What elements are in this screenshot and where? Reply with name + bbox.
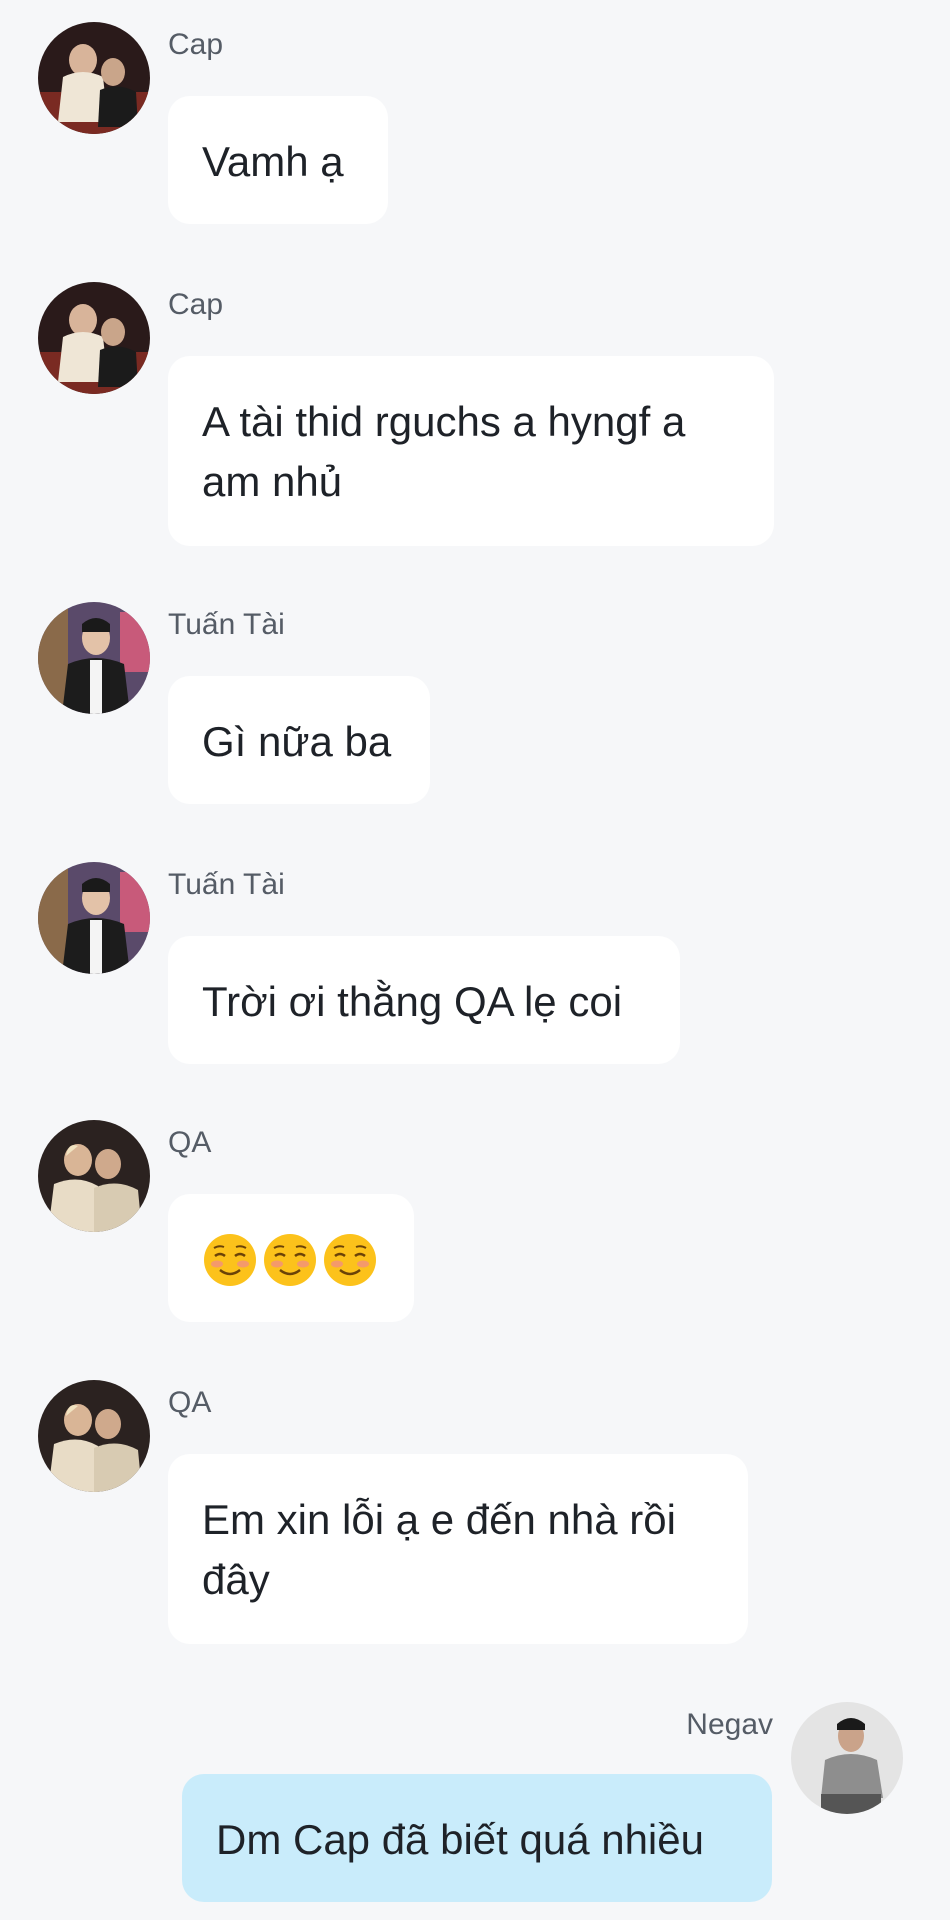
qa-avatar[interactable]	[38, 1380, 150, 1492]
tuan-tai-avatar[interactable]	[38, 862, 150, 974]
qa-avatar[interactable]	[38, 1120, 150, 1232]
sender-name: Negav	[686, 1708, 773, 1741]
negav-avatar[interactable]	[791, 1702, 903, 1814]
message-bubble-own[interactable]: Dm Cap đã biết quá nhiều	[182, 1774, 772, 1902]
message-bubble[interactable]: Trời ơi thằng QA lẹ coi	[168, 936, 680, 1064]
message-bubble[interactable]: Em xin lỗi ạ e đến nhà rồi đây	[168, 1454, 748, 1644]
sender-name: QA	[168, 1386, 212, 1419]
smiling-face-icon	[204, 1234, 256, 1286]
message-bubble[interactable]: A tài thid rguchs a hyngf a am nhủ	[168, 356, 774, 546]
sender-name: Cap	[168, 288, 224, 321]
message-bubble[interactable]: Vamh ạ	[168, 96, 388, 224]
sender-name: Cap	[168, 28, 224, 61]
sender-name: Tuấn Tài	[168, 868, 285, 901]
emoji-row	[202, 1230, 380, 1290]
message-bubble[interactable]	[168, 1194, 414, 1322]
cap-avatar[interactable]	[38, 282, 150, 394]
message-bubble[interactable]: Gì nữa ba	[168, 676, 430, 804]
smiling-face-icon	[264, 1234, 316, 1286]
sender-name: Tuấn Tài	[168, 608, 285, 641]
smiling-face-icon	[324, 1234, 376, 1286]
cap-avatar[interactable]	[38, 22, 150, 134]
tuan-tai-avatar[interactable]	[38, 602, 150, 714]
sender-name: QA	[168, 1126, 212, 1159]
